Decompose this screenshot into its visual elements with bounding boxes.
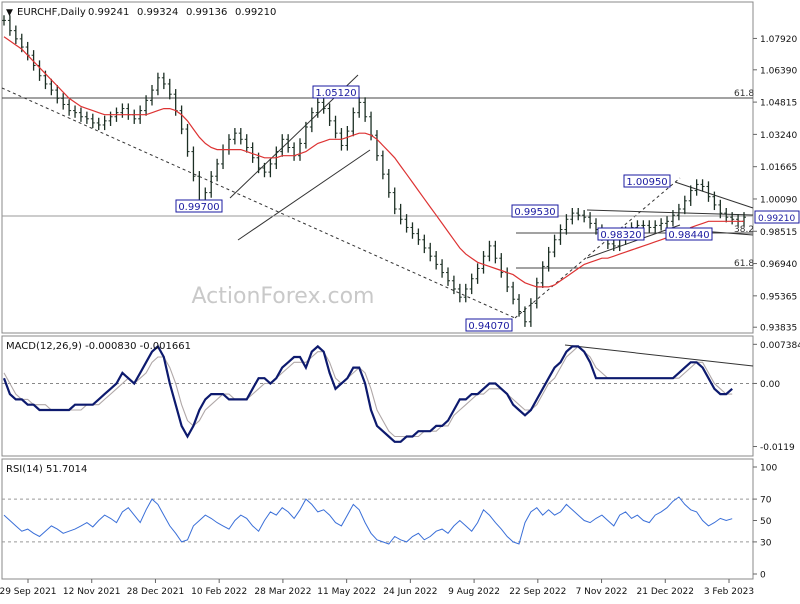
rsi-y-tick-label: 70 xyxy=(760,496,772,506)
macd-y-tick-label: 0.007384 xyxy=(760,341,800,351)
price-y-tick-label: 0.96940 xyxy=(760,260,797,270)
price-annotation-label: 0.99530 xyxy=(514,207,555,218)
current-price-label: 0.99210 xyxy=(758,214,795,224)
rsi-y-tick-label: 100 xyxy=(760,464,777,474)
x-tick-label: 9 Aug 2022 xyxy=(448,587,500,597)
rsi-y-axis: 100 70 50 30 0 xyxy=(753,464,777,581)
rsi-title: RSI(14) 51.7014 xyxy=(6,464,87,475)
fib-label: 61.8 xyxy=(734,259,754,269)
chart-window: ActionForex.com 1.05120 0.99700 0.99530 1.0… xyxy=(0,0,800,600)
rsi-y-tick-label: 0 xyxy=(760,571,766,581)
price-y-tick-label: 0.95365 xyxy=(760,292,797,302)
price-y-tick-label: 1.04815 xyxy=(760,99,797,109)
low-value: 0.99136 xyxy=(186,7,227,18)
x-tick-label: 7 Nov 2022 xyxy=(576,587,628,597)
x-tick-label: 12 Nov 2021 xyxy=(63,587,121,597)
price-y-tick-label: 1.07920 xyxy=(760,35,797,45)
x-axis: 29 Sep 2021 12 Nov 2021 28 Dec 2021 10 Feb … xyxy=(0,579,754,597)
x-tick-label: 22 Sep 2022 xyxy=(509,587,566,597)
price-y-tick-label: 1.06390 xyxy=(760,66,797,76)
price-y-tick-label: 1.03240 xyxy=(760,131,797,141)
x-tick-label: 11 May 2022 xyxy=(317,587,376,597)
price-annotation-label: 0.99700 xyxy=(178,202,219,213)
fib-label: 61.8 xyxy=(734,89,754,99)
price-y-tick-label: 0.98515 xyxy=(760,228,797,238)
price-y-axis: 1.07920 1.06390 1.04815 1.03240 1.01665 1.000… xyxy=(753,35,800,334)
price-annotation-label: 1.00950 xyxy=(626,177,667,188)
price-y-tick-label: 0.93835 xyxy=(760,324,797,334)
macd-y-axis: 0.007384 0.00 -0.0119 xyxy=(753,341,800,453)
fib-label: 38.2 xyxy=(734,225,754,235)
rsi-y-tick-label: 30 xyxy=(760,538,772,548)
x-tick-label: 10 Feb 2022 xyxy=(191,587,247,597)
x-tick-label: 28 Dec 2021 xyxy=(127,587,185,597)
macd-y-tick-label: 0.00 xyxy=(760,380,780,390)
rsi-y-tick-label: 50 xyxy=(760,517,772,527)
rsi-panel xyxy=(1,458,754,580)
x-tick-label: 28 Mar 2022 xyxy=(254,587,311,597)
macd-y-tick-label: -0.0119 xyxy=(760,443,795,453)
price-y-tick-label: 1.00090 xyxy=(760,195,797,205)
macd-panel xyxy=(1,335,754,457)
macd-title: MACD(12,26,9) -0.000830 -0.001661 xyxy=(6,341,191,352)
price-y-tick-label: 1.01665 xyxy=(760,163,797,173)
x-tick-label: 21 Dec 2022 xyxy=(637,587,695,597)
header-arrow-icon[interactable]: ▼ xyxy=(6,8,13,18)
symbol-label: EURCHF,Daily xyxy=(17,7,86,18)
watermark: ActionForex.com xyxy=(192,284,375,309)
price-annotation-label: 1.05120 xyxy=(315,88,356,99)
close-value: 0.99210 xyxy=(235,7,276,18)
price-annotation-label: 0.98440 xyxy=(668,230,709,241)
price-annotation-label: 0.98320 xyxy=(600,230,641,241)
high-value: 0.99324 xyxy=(137,7,178,18)
x-tick-label: 24 Jun 2022 xyxy=(383,587,437,597)
chart-svg: ActionForex.com 1.05120 0.99700 0.99530 1.0… xyxy=(0,1,800,597)
open-value: 0.99241 xyxy=(88,7,129,18)
price-panel xyxy=(1,1,754,334)
price-annotation-label: 0.94070 xyxy=(468,321,509,332)
x-tick-label: 3 Feb 2023 xyxy=(704,587,754,597)
x-tick-label: 29 Sep 2021 xyxy=(0,587,57,597)
